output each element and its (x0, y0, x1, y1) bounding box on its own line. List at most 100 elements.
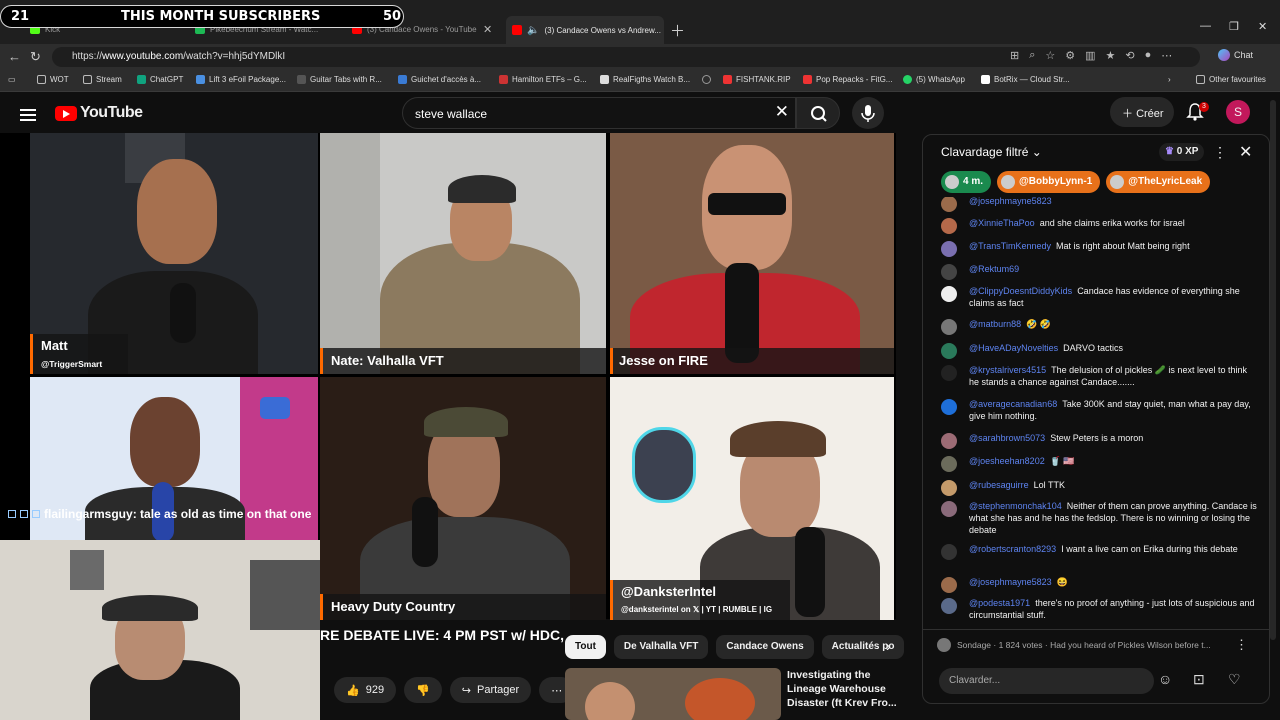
message-text: I want a live cam on Erika during this d… (1061, 544, 1238, 554)
folder-icon (37, 75, 46, 84)
bookmarks-chevron-icon[interactable]: › (1168, 75, 1171, 84)
xp-badge[interactable]: ♛ 0 XP (1159, 143, 1205, 161)
pin-label: @BobbyLynn-1 (1019, 176, 1093, 187)
person-face (130, 397, 200, 487)
bookmark-whatsapp[interactable]: (5) WhatsApp (903, 75, 965, 84)
notification-count: 3 (1199, 102, 1209, 112)
message-author[interactable]: @averagecanadian68 (969, 399, 1057, 409)
bookmark-botrix[interactable]: BotRix — Cloud Str... (981, 75, 1070, 84)
pinned-chip[interactable]: 4 m. (941, 171, 992, 193)
favorites-icon[interactable]: ★ (1106, 49, 1116, 62)
bookmark-realfigths[interactable]: RealFigths Watch B... (600, 75, 690, 84)
split-icon[interactable]: ▥ (1085, 49, 1095, 62)
bookmark-globe[interactable] (702, 75, 711, 84)
bookmark-lift[interactable]: Lift 3 eFoil Package... (196, 75, 286, 84)
create-button[interactable]: ＋ Créer (1110, 97, 1174, 127)
message-author[interactable]: @matburn88 (969, 319, 1021, 329)
search-button[interactable] (796, 97, 840, 129)
message-author[interactable]: @krystalrivers4515 (969, 365, 1046, 375)
bookmark-stream[interactable]: Stream (83, 75, 122, 84)
emoji-icon[interactable]: ☺ (1158, 671, 1172, 687)
video-tile-dankster: @DanksterIntel @danksterintel on 𝕏 | YT … (610, 377, 894, 620)
copilot-chat-button[interactable]: Chat (1218, 49, 1253, 61)
avatar (941, 241, 957, 257)
youtube-logo[interactable]: YouTube (55, 104, 143, 122)
like-button[interactable]: 👍 929 (334, 677, 397, 703)
address-bar-row: ← ↻ https://www.youtube.com/watch?v=hhj5… (0, 44, 1280, 70)
message-author[interactable]: @ClippyDoesntDiddyKids (969, 286, 1072, 296)
message-author[interactable]: @stephenmonchak104 (969, 501, 1062, 511)
message-author[interactable]: @josephmayne5823 (969, 197, 1052, 206)
star-icon[interactable]: ☆ (1045, 49, 1055, 62)
more-vert-icon[interactable]: ⋮ (1235, 637, 1248, 653)
pinned-chip[interactable]: @TheLyricLeak (1106, 171, 1211, 193)
bookmark-guichet[interactable]: Guichet d'accès à... (398, 75, 481, 84)
chip-all[interactable]: Tout (565, 635, 606, 659)
youtube-sign-icon (260, 397, 290, 419)
message-author[interactable]: @TransTimKennedy (969, 241, 1051, 251)
chat-input[interactable]: Clavarder... (939, 668, 1154, 694)
reload-icon[interactable]: ↻ (30, 49, 41, 65)
tab-candace-vs-andrew[interactable]: 🔈 (3) Candace Owens vs Andrew... ✕ (506, 16, 664, 44)
extensions-icon[interactable]: ⚙ (1065, 49, 1075, 62)
app-icon[interactable]: ⊞ (1010, 49, 1019, 62)
page-scrollbar[interactable] (1270, 100, 1276, 640)
window-close-icon[interactable]: ✕ (1258, 20, 1267, 33)
share-button[interactable]: ↪ Partager (449, 677, 532, 703)
bookmark-pop-repacks[interactable]: Pop Repacks - FitG... (803, 75, 892, 84)
bookmark-label: (5) WhatsApp (916, 75, 965, 84)
recommendation-title[interactable]: Investigating the Lineage Warehouse Disa… (787, 668, 897, 710)
message-author[interactable]: @XinnieThaPoo (969, 218, 1035, 228)
zoom-icon[interactable]: ⌕ (1029, 49, 1035, 62)
minimize-icon[interactable]: — (1200, 20, 1211, 32)
pin-label: 4 m. (963, 176, 984, 187)
new-tab-button[interactable]: ＋ (670, 20, 685, 41)
more-icon[interactable]: ⋯ (1161, 49, 1172, 62)
search-input[interactable]: steve wallace ✕ (402, 97, 796, 129)
profile-icon[interactable]: ● (1145, 49, 1152, 62)
bookmark-wot[interactable]: WOT (37, 75, 69, 84)
message-author[interactable]: @rubesaguirre (969, 480, 1029, 490)
bookmark-guitar[interactable]: Guitar Tabs with R... (297, 75, 382, 84)
message-author[interactable]: @podesta1971 (969, 598, 1030, 608)
chip-news[interactable]: Actualités po (821, 635, 905, 659)
bookmark-label: BotRix — Cloud Str... (994, 75, 1070, 84)
video-actions: 👍 929 👎 ↪ Partager ⋯ (334, 677, 575, 703)
message-author[interactable]: @HaveADayNovelties (969, 343, 1058, 353)
more-vert-icon[interactable]: ⋮ (1213, 144, 1227, 161)
recommendation-thumbnail[interactable] (565, 668, 781, 720)
chat-message: @stephenmonchak104 Neither of them can pr… (941, 500, 1259, 536)
super-chat-icon[interactable]: ⊡ (1193, 671, 1205, 688)
chips-next-icon[interactable]: › (886, 638, 891, 654)
other-favourites[interactable]: Other favourites (1196, 75, 1266, 84)
message-author[interactable]: @robertscranton8293 (969, 544, 1056, 554)
chat-message: @TransTimKennedy Mat is right about Matt … (941, 240, 1259, 257)
history-icon[interactable]: ⟲ (1125, 49, 1134, 62)
dislike-button[interactable]: 👎 (404, 677, 442, 703)
person-face (585, 682, 635, 720)
message-author[interactable]: @joesheehan8202 (969, 456, 1045, 466)
create-label: Créer (1136, 108, 1164, 120)
chat-filter-dropdown[interactable]: Clavardage filtré ⌄ (941, 145, 1042, 159)
bookmark-hamilton[interactable]: Hamilton ETFs – G... (499, 75, 587, 84)
maximize-icon[interactable]: ❐ (1229, 20, 1239, 33)
chip-candace[interactable]: Candace Owens (716, 635, 814, 659)
microphone (795, 527, 825, 617)
pinned-chip[interactable]: @BobbyLynn-1 (997, 171, 1101, 193)
heart-icon[interactable]: ♡ (1228, 671, 1241, 688)
message-author[interactable]: @sarahbrown5073 (969, 433, 1045, 443)
voice-search-button[interactable] (852, 97, 884, 129)
message-author[interactable]: @Rektum69 (969, 264, 1019, 274)
account-avatar[interactable]: S (1226, 100, 1250, 124)
bookmark-fishtank[interactable]: FISHTANK.RIP (723, 75, 791, 84)
message-author[interactable]: @josephmayne5823 (969, 577, 1052, 587)
close-chat-icon[interactable]: ✕ (1239, 142, 1252, 162)
menu-icon[interactable] (20, 106, 36, 124)
close-icon[interactable]: ✕ (482, 23, 494, 36)
chip-valhalla[interactable]: De Valhalla VFT (613, 635, 709, 659)
reading-list-icon[interactable]: ▭ (8, 75, 16, 84)
clear-search-icon[interactable]: ✕ (775, 102, 789, 122)
bookmark-chatgpt[interactable]: ChatGPT (137, 75, 183, 84)
poll-banner[interactable]: Sondage · 1 824 votes · Had you heard of… (923, 629, 1269, 659)
back-icon[interactable]: ← (8, 49, 21, 64)
